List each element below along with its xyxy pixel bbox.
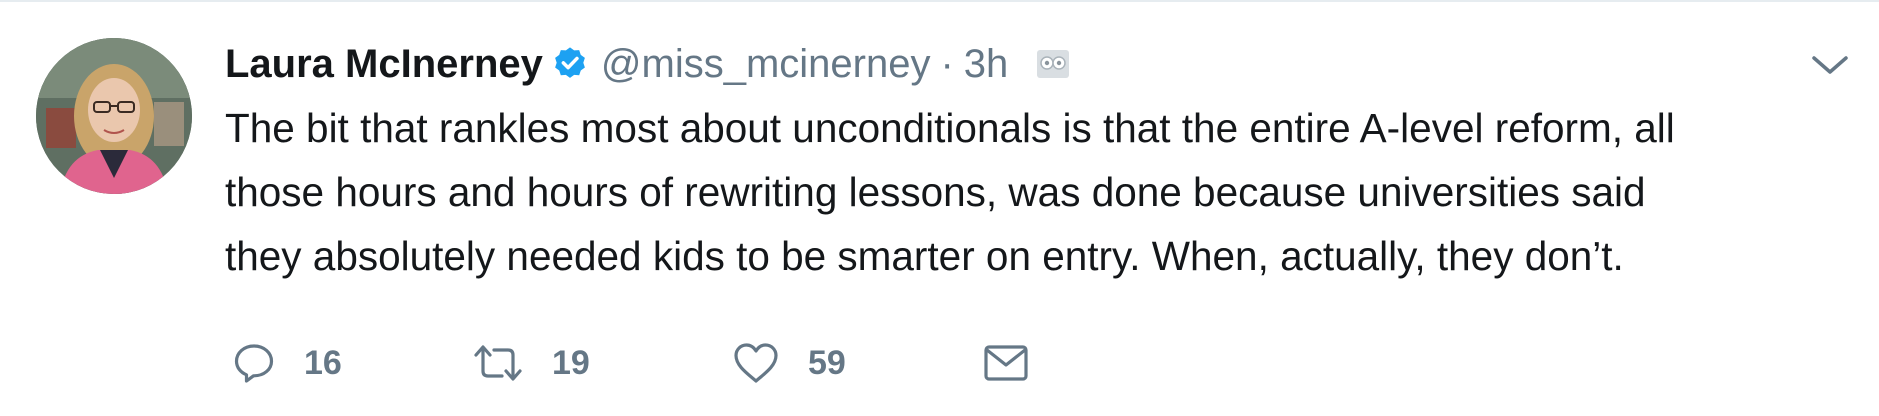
retweet-count: 19 <box>552 343 590 382</box>
avatar[interactable] <box>36 38 192 194</box>
retweet-icon <box>472 341 524 385</box>
like-button[interactable]: 59 <box>732 341 982 385</box>
user-handle[interactable]: @miss_mcinerney <box>601 42 931 87</box>
avatar-image <box>36 38 192 194</box>
like-count: 59 <box>808 343 846 382</box>
envelope-icon <box>982 341 1030 385</box>
hootsuite-owl-icon <box>1036 49 1070 79</box>
direct-message-button[interactable] <box>982 341 1030 385</box>
heart-icon <box>732 341 780 385</box>
tweet[interactable]: Laura McInerney @miss_mcinerney · 3h The… <box>0 0 1879 416</box>
reply-button[interactable]: 16 <box>232 341 472 385</box>
timestamp[interactable]: 3h <box>964 42 1009 87</box>
tweet-text-line: The bit that rankles most about uncondit… <box>225 105 1675 151</box>
chevron-down-icon[interactable] <box>1808 50 1852 80</box>
retweet-button[interactable]: 19 <box>472 341 732 385</box>
reply-count: 16 <box>304 343 342 382</box>
display-name[interactable]: Laura McInerney <box>225 42 543 87</box>
tweet-header: Laura McInerney @miss_mcinerney · 3h <box>225 34 1070 94</box>
tweet-text: The bit that rankles most about uncondit… <box>225 96 1865 288</box>
tweet-text-line: they absolutely needed kids to be smarte… <box>225 233 1624 279</box>
tweet-text-line: those hours and hours of rewriting lesso… <box>225 169 1646 215</box>
verified-badge-icon <box>551 45 589 83</box>
tweet-actions: 16 19 59 <box>232 335 1030 391</box>
separator-dot: · <box>940 41 954 86</box>
reply-icon <box>232 341 276 385</box>
